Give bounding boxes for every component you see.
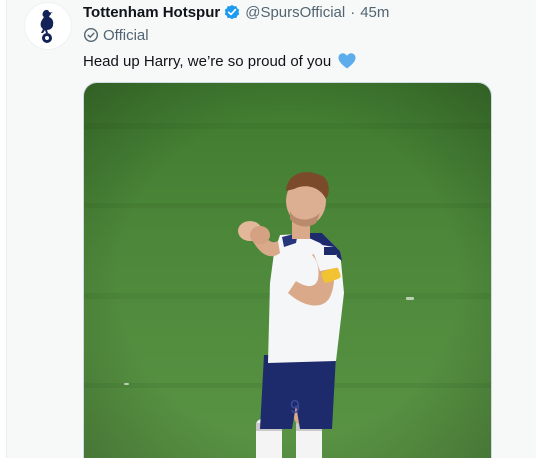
verified-badge-icon [223,3,241,21]
football-player-photo: 9 [84,83,491,458]
tweet-body: Head up Harry, we’re so proud of you [83,52,332,70]
page: Tottenham Hotspur @SpursOfficial · 45m O… [0,0,536,458]
svg-text:9: 9 [290,397,300,417]
official-label: Official [83,25,149,45]
check-circle-icon [83,27,99,43]
meta-separator: · [350,3,356,21]
blue-heart-icon [337,51,357,71]
tweet-media-photo[interactable]: 9 [83,82,492,458]
avatar[interactable] [24,2,72,50]
tweet-header: Tottenham Hotspur @SpursOfficial · 45m [83,2,389,22]
tweet-card[interactable]: Tottenham Hotspur @SpursOfficial · 45m O… [7,0,536,458]
cockerel-crest-icon [40,9,54,43]
author-display-name[interactable]: Tottenham Hotspur [83,4,220,21]
official-label-text: Official [103,26,149,44]
tweet-timestamp[interactable]: 45m [360,4,389,21]
author-handle[interactable]: @SpursOfficial [245,4,345,21]
tweet-text: Head up Harry, we’re so proud of you [83,50,357,72]
